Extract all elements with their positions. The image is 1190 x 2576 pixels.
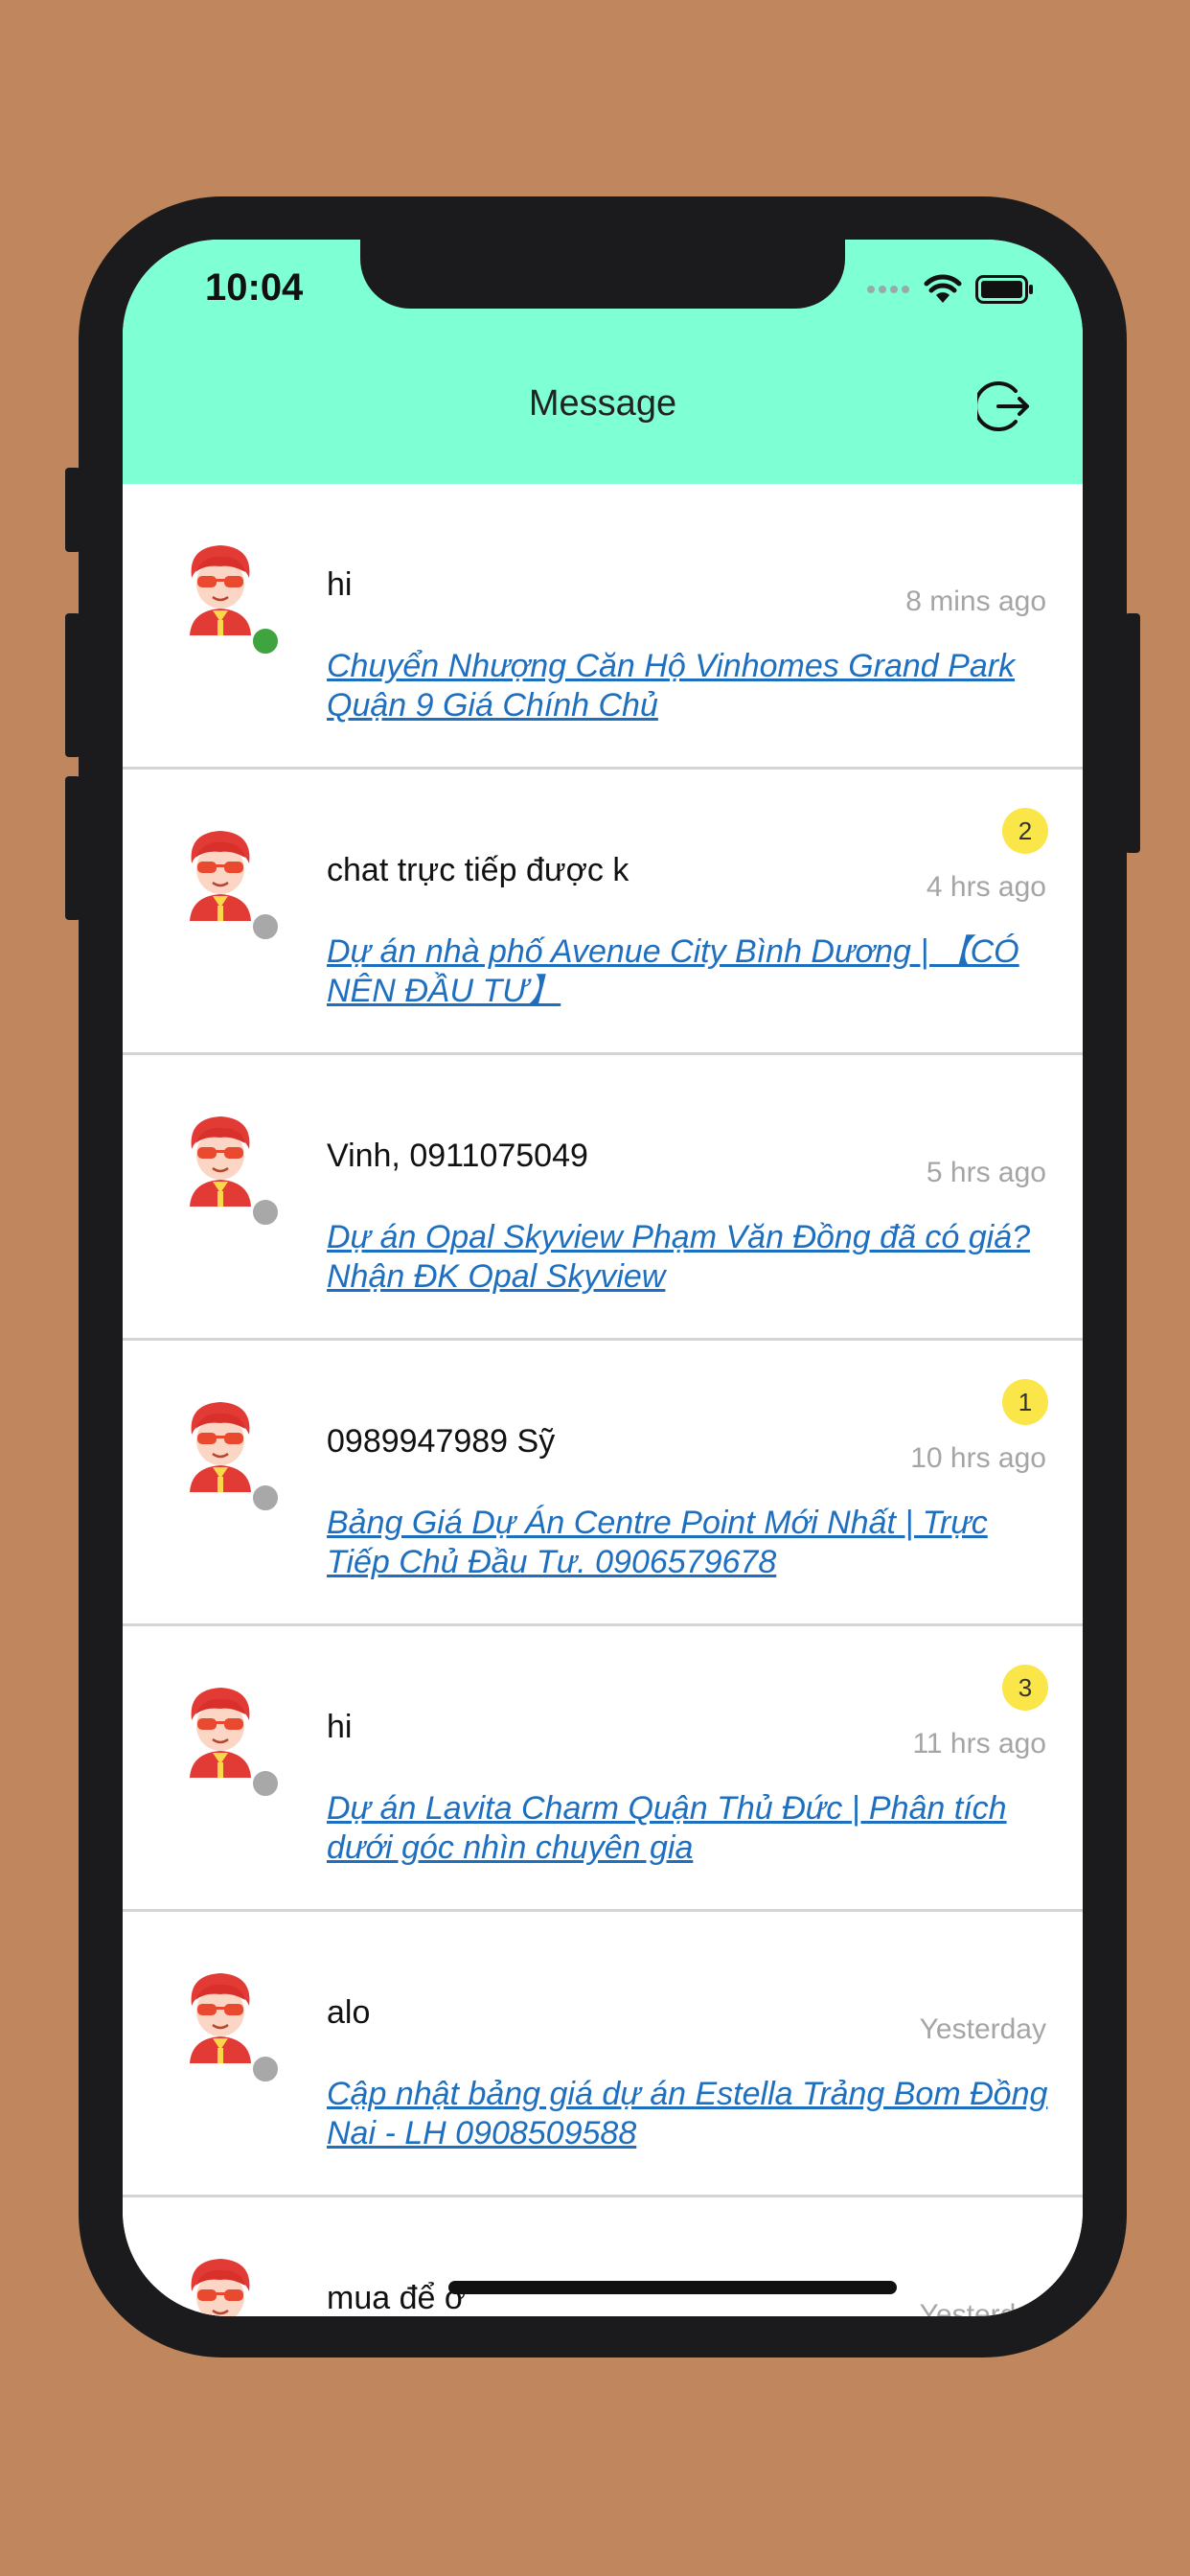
page-title: Message [528, 383, 677, 424]
presence-dot [250, 2054, 281, 2084]
avatar-icon [188, 1686, 253, 1778]
conversation-list: hi 8 mins ago Chuyển Nhượng Căn Hộ Vinho… [123, 484, 1083, 2316]
logout-icon[interactable] [977, 380, 1031, 433]
message-time: 4 hrs ago [926, 871, 1046, 903]
conversation-row[interactable]: alo Yesterday Cập nhật bảng giá dự án Es… [123, 1912, 1083, 2197]
conversation-row[interactable]: hi 3 11 hrs ago Dự án Lavita Charm Quận … [123, 1626, 1083, 1912]
presence-dot [250, 911, 281, 942]
unread-badge: 1 [1002, 1379, 1048, 1425]
battery-icon [975, 275, 1033, 304]
signal-icon [867, 286, 909, 293]
volume-up-button [65, 613, 80, 757]
presence-dot [250, 1768, 281, 1799]
topic-link[interactable]: Dự án Opal Skyview Phạm Văn Đồng đã có g… [327, 1218, 1055, 1297]
message-time: Yesterday [919, 2013, 1046, 2045]
avatar-icon [188, 1115, 253, 1207]
topic-link[interactable]: Dự án Lavita Charm Quận Thủ Đức | Phân t… [327, 1789, 1055, 1868]
avatar-icon [188, 1400, 253, 1492]
wifi-icon [924, 274, 962, 303]
topic-link[interactable]: Dự án nhà phố Avenue City Bình Dương | 【… [327, 932, 1055, 1011]
message-time: 8 mins ago [905, 586, 1046, 617]
avatar-icon [188, 829, 253, 921]
presence-dot [250, 1483, 281, 1513]
avatar-icon [188, 1971, 253, 2063]
presence-dot [250, 626, 281, 656]
sender-name: mua để ở [327, 2280, 467, 2316]
unread-badge: 3 [1002, 1665, 1048, 1711]
unread-badge: 2 [1002, 808, 1048, 854]
message-time: 11 hrs ago [912, 1728, 1046, 1760]
conversation-row[interactable]: chat trực tiếp được k 2 4 hrs ago Dự án … [123, 770, 1083, 1055]
presence-dot [250, 1197, 281, 1228]
power-button [1125, 613, 1140, 853]
avatar-icon [188, 2257, 253, 2316]
sender-name: Vinh, 0911075049 [327, 1138, 588, 1174]
mute-switch [65, 468, 80, 552]
notch [360, 240, 845, 309]
message-time: 10 hrs ago [910, 1442, 1046, 1474]
conversation-row[interactable]: hi 8 mins ago Chuyển Nhượng Căn Hộ Vinho… [123, 484, 1083, 770]
topic-link[interactable]: Chuyển Nhượng Căn Hộ Vinhomes Grand Park… [327, 647, 1055, 725]
message-time: Yesterday [919, 2299, 1046, 2316]
topic-link[interactable]: Bảng Giá Dự Án Centre Point Mới Nhất | T… [327, 1504, 1055, 1582]
status-icons [866, 274, 1035, 305]
sender-name: hi [327, 1709, 353, 1745]
volume-down-button [65, 776, 80, 920]
avatar-icon [188, 543, 253, 635]
conversation-row[interactable]: Vinh, 0911075049 5 hrs ago Dự án Opal Sk… [123, 1055, 1083, 1341]
sender-name: alo [327, 1994, 371, 2031]
app-screen: 10:04 Message hi 8 mins ago Chuyển Nhượn… [123, 240, 1083, 2316]
message-time: 5 hrs ago [926, 1157, 1046, 1188]
conversation-row[interactable]: mua để ở Yesterday [123, 2197, 1083, 2316]
home-indicator[interactable] [448, 2281, 897, 2294]
status-time: 10:04 [205, 266, 304, 309]
sender-name: 0989947989 Sỹ [327, 1423, 556, 1460]
sender-name: chat trực tiếp được k [327, 852, 629, 888]
sender-name: hi [327, 566, 353, 603]
topic-link[interactable]: Cập nhật bảng giá dự án Estella Trảng Bo… [327, 2075, 1055, 2153]
conversation-row[interactable]: 0989947989 Sỹ 1 10 hrs ago Bảng Giá Dự Á… [123, 1341, 1083, 1626]
